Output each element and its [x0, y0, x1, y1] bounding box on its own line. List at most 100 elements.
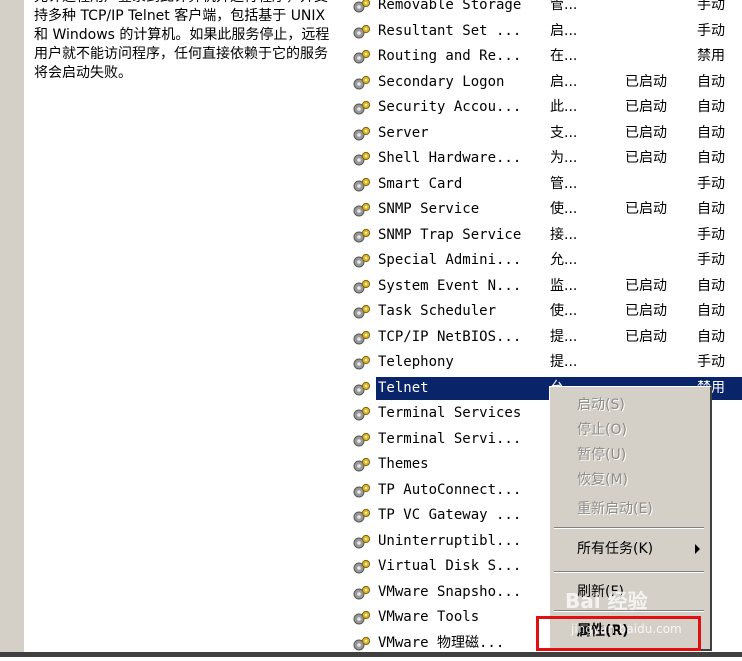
service-startup: 自动	[697, 150, 725, 166]
service-name: TP VC Gateway ...	[378, 507, 522, 523]
service-desc: 支...	[550, 124, 578, 141]
service-startup: 手动	[697, 354, 725, 370]
service-name: VMware Snapsho...	[378, 583, 522, 600]
service-desc: 启...	[550, 22, 578, 39]
service-status: 已启动	[625, 303, 667, 319]
service-name: VMware Tools	[378, 609, 480, 625]
service-startup: 手动	[697, 22, 725, 39]
service-startup: 禁用	[697, 48, 725, 64]
service-name: Terminal Servi...	[378, 430, 522, 447]
service-row[interactable]: Resultant Set ... 启... 手动	[352, 19, 742, 45]
service-desc: 管...	[550, 0, 578, 13]
service-row[interactable]: Shell Hardware... 为... 已启动 自动	[352, 146, 742, 172]
service-row[interactable]: Security Accou... 此... 已启动 自动	[352, 95, 742, 121]
service-startup: 自动	[697, 201, 725, 217]
service-row[interactable]: Special Admini... 允... 手动	[352, 248, 742, 274]
service-row[interactable]: Smart Card 管... 手动	[352, 172, 742, 198]
service-startup: 手动	[697, 0, 725, 13]
service-gear-icon	[352, 381, 372, 397]
service-gear-icon	[352, 228, 372, 244]
service-gear-icon	[352, 75, 372, 91]
service-gear-icon	[352, 610, 372, 626]
window-left-border	[0, 0, 26, 657]
service-gear-icon	[352, 432, 372, 448]
service-name: Themes	[378, 456, 429, 472]
service-gear-icon	[352, 355, 372, 371]
service-desc: 提...	[550, 354, 578, 370]
service-description: 允许远程用户登录到此计算机并运行程序，并支持多种 TCP/IP Telnet 客…	[34, 0, 330, 81]
service-status: 已启动	[625, 124, 667, 141]
service-name: Smart Card	[378, 175, 463, 192]
service-status: 已启动	[625, 150, 667, 166]
service-gear-icon	[352, 636, 372, 652]
menu-item-start[interactable]: 启动(S)	[577, 393, 625, 417]
menu-separator	[554, 527, 704, 529]
service-startup: 自动	[697, 99, 725, 115]
service-name: Shell Hardware...	[378, 150, 522, 166]
service-gear-icon	[352, 559, 372, 575]
service-status: 已启动	[625, 277, 667, 294]
service-gear-icon	[352, 483, 372, 499]
service-gear-icon	[352, 24, 372, 40]
service-name: Server	[378, 124, 429, 141]
service-name: System Event N...	[378, 277, 522, 294]
service-row[interactable]: Telephony 提... 手动	[352, 350, 742, 376]
service-startup: 自动	[697, 73, 725, 90]
service-name: Security Accou...	[378, 99, 522, 115]
service-row[interactable]: Removable Storage 管... 手动	[352, 0, 742, 19]
service-desc: 使...	[550, 303, 578, 319]
menu-item-all-tasks[interactable]: 所有任务(K)	[577, 537, 653, 561]
service-desc: 此...	[550, 99, 578, 115]
service-row[interactable]: Routing and Re... 在... 禁用	[352, 44, 742, 70]
service-status: 已启动	[625, 201, 667, 217]
service-desc: 使...	[550, 201, 578, 217]
service-name: Task Scheduler	[378, 303, 497, 319]
service-row[interactable]: SNMP Service 使... 已启动 自动	[352, 197, 742, 223]
service-desc: 为...	[550, 150, 578, 166]
service-name: Virtual Disk S...	[378, 558, 522, 574]
service-row[interactable]: Secondary Logon 启... 已启动 自动	[352, 70, 742, 96]
service-name: Routing and Re...	[378, 48, 522, 64]
service-name: Secondary Logon	[378, 73, 505, 90]
service-desc: 监...	[550, 277, 578, 294]
service-desc: 启...	[550, 73, 578, 90]
service-gear-icon	[352, 330, 372, 346]
service-startup: 自动	[697, 124, 725, 141]
service-name: Terminal Services	[378, 405, 522, 421]
menu-item-restart[interactable]: 重新启动(E)	[577, 497, 653, 521]
menu-item-stop[interactable]: 停止(O)	[577, 418, 627, 442]
service-name: SNMP Trap Service	[378, 226, 522, 243]
service-startup: 手动	[697, 175, 725, 192]
service-name: Resultant Set ...	[378, 22, 522, 39]
service-row[interactable]: Task Scheduler 使... 已启动 自动	[352, 299, 742, 325]
service-name: SNMP Service	[378, 201, 480, 217]
service-row[interactable]: Server 支... 已启动 自动	[352, 121, 742, 147]
service-gear-icon	[352, 304, 372, 320]
service-row[interactable]: SNMP Trap Service 接... 手动	[352, 223, 742, 249]
service-gear-icon	[352, 406, 372, 422]
service-gear-icon	[352, 49, 372, 65]
service-startup: 自动	[697, 303, 725, 319]
service-name: TCP/IP NetBIOS...	[378, 328, 522, 345]
service-gear-icon	[352, 202, 372, 218]
menu-separator	[554, 571, 704, 573]
service-gear-icon	[352, 0, 372, 14]
window-bottom-border	[0, 652, 742, 657]
service-gear-icon	[352, 100, 372, 116]
service-status: 已启动	[625, 73, 667, 90]
submenu-arrow-icon	[695, 544, 700, 554]
menu-item-resume[interactable]: 恢复(M)	[577, 468, 628, 492]
service-desc: 在...	[550, 48, 578, 64]
service-row[interactable]: TCP/IP NetBIOS... 提... 已启动 自动	[352, 325, 742, 351]
service-desc: 允...	[550, 252, 578, 268]
service-desc: 接...	[550, 226, 578, 243]
service-gear-icon	[352, 279, 372, 295]
service-name: Uninterruptibl...	[378, 532, 522, 549]
service-name: Telnet	[378, 379, 429, 396]
description-pane: 允许远程用户登录到此计算机并运行程序，并支持多种 TCP/IP Telnet 客…	[24, 0, 342, 657]
menu-item-pause[interactable]: 暂停(U)	[577, 443, 626, 467]
service-row[interactable]: System Event N... 监... 已启动 自动	[352, 274, 742, 300]
service-name: Telephony	[378, 354, 454, 370]
service-startup: 手动	[697, 252, 725, 268]
service-gear-icon	[352, 126, 372, 142]
